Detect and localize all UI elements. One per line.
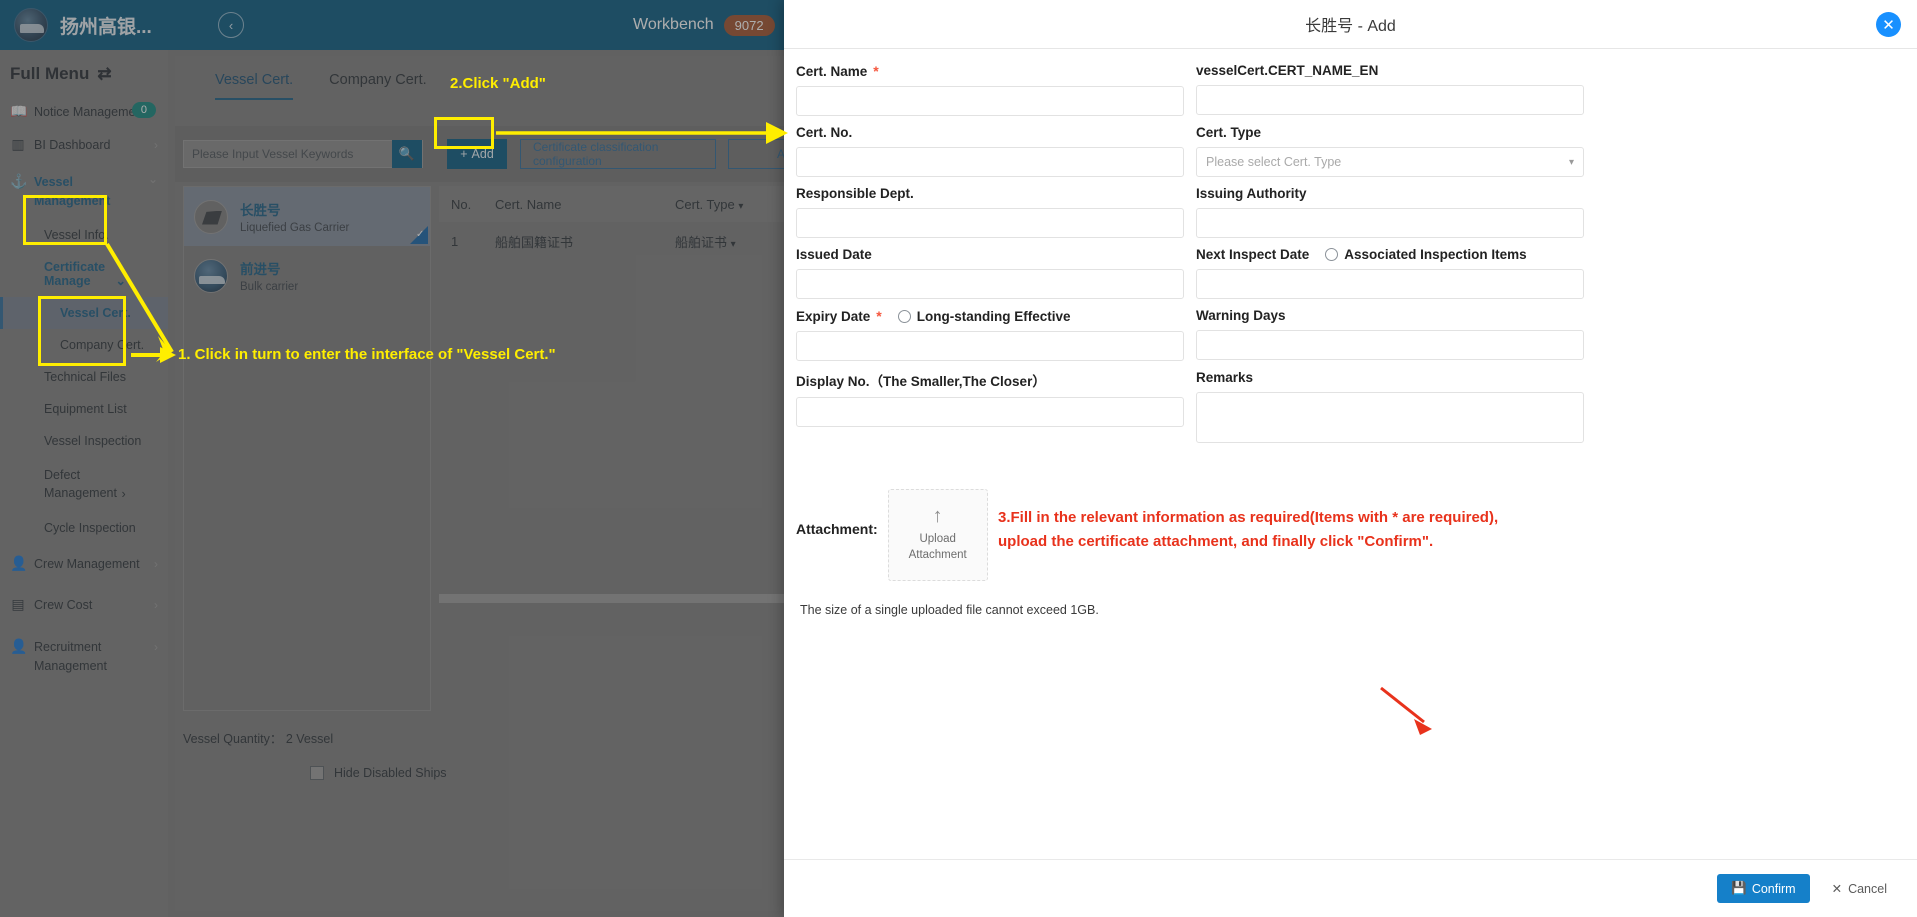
- field-issued-date: Issued Date: [796, 247, 1184, 299]
- label-next-inspect-date: Next Inspect Date Associated Inspection …: [1196, 247, 1527, 262]
- upload-attachment-button[interactable]: ↑ Upload Attachment: [887, 489, 988, 581]
- field-cert-name: Cert. Name *: [796, 63, 1184, 116]
- cert-type-placeholder: Please select Cert. Type: [1206, 155, 1342, 169]
- label-long-standing-effective: Long-standing Effective: [916, 308, 1071, 324]
- label-cert-type: Cert. Type: [1196, 125, 1262, 140]
- close-circle-icon[interactable]: ✕: [1876, 12, 1901, 37]
- field-warning-days: Warning Days: [1196, 308, 1584, 361]
- cert-type-select[interactable]: Please select Cert. Type ▾: [1196, 147, 1584, 177]
- associated-inspection-items-radio[interactable]: [1325, 248, 1339, 261]
- remarks-textarea[interactable]: [1196, 392, 1584, 443]
- chevron-down-icon: ▾: [1568, 157, 1574, 168]
- modal-title: 长胜号 - Add: [1305, 18, 1396, 35]
- confirm-button[interactable]: 💾 Confirm: [1717, 874, 1810, 903]
- required-asterisk: *: [876, 308, 882, 324]
- cert-no-input[interactable]: [796, 147, 1184, 177]
- field-responsible-dept: Responsible Dept.: [796, 186, 1184, 238]
- label-cert-no: Cert. No.: [796, 125, 853, 140]
- field-issuing-authority: Issuing Authority: [1196, 186, 1584, 238]
- label-associated-inspection-items: Associated Inspection Items: [1344, 247, 1527, 262]
- modal-body: Cert. Name * vesselCert.CERT_NAME_EN Cer…: [784, 49, 1917, 859]
- field-remarks: Remarks: [1196, 370, 1584, 448]
- close-icon: ✕: [1831, 882, 1843, 896]
- field-next-inspect-date: Next Inspect Date Associated Inspection …: [1196, 247, 1584, 299]
- cancel-button-label: Cancel: [1848, 881, 1887, 896]
- label-cert-name: Cert. Name *: [796, 63, 879, 79]
- field-cert-no: Cert. No.: [796, 125, 1184, 177]
- field-cert-name-en: vesselCert.CERT_NAME_EN: [1196, 63, 1584, 116]
- label-attachment: Attachment:: [796, 521, 878, 537]
- field-cert-type: Cert. Type Please select Cert. Type ▾: [1196, 125, 1584, 177]
- issued-date-input[interactable]: [796, 269, 1184, 299]
- upload-arrow-icon: ↑: [932, 505, 943, 528]
- save-icon: 💾: [1731, 881, 1747, 895]
- upload-text-line1: Upload: [919, 533, 956, 546]
- cert-name-en-input[interactable]: [1196, 85, 1584, 115]
- label-cert-name-en: vesselCert.CERT_NAME_EN: [1196, 63, 1379, 78]
- required-asterisk: *: [873, 63, 879, 79]
- label-issued-date: Issued Date: [796, 247, 872, 262]
- responsible-dept-input[interactable]: [796, 208, 1184, 238]
- issuing-authority-input[interactable]: [1196, 208, 1584, 238]
- label-issuing-authority: Issuing Authority: [1196, 186, 1307, 201]
- label-display-no: Display No.（The Smaller,The Closer）: [796, 374, 1046, 389]
- display-no-input[interactable]: [796, 397, 1184, 427]
- modal-footer: 💾 Confirm ✕ Cancel: [784, 859, 1917, 917]
- next-inspect-date-input[interactable]: [1196, 269, 1584, 299]
- file-size-note: The size of a single uploaded file canno…: [800, 603, 1099, 617]
- modal-header: 长胜号 - Add ✕: [784, 0, 1917, 49]
- label-warning-days: Warning Days: [1196, 308, 1286, 323]
- label-expiry-date: Expiry Date * Long-standing Effective: [796, 308, 1071, 324]
- form-grid: Cert. Name * vesselCert.CERT_NAME_EN Cer…: [796, 63, 1887, 457]
- cancel-button[interactable]: ✕ Cancel: [1824, 874, 1895, 903]
- cert-name-input[interactable]: [796, 86, 1184, 116]
- add-certificate-modal: 长胜号 - Add ✕ Cert. Name * vesselCert.CERT…: [784, 0, 1917, 917]
- expiry-date-input[interactable]: [796, 331, 1184, 361]
- field-expiry-date: Expiry Date * Long-standing Effective: [796, 308, 1184, 361]
- label-responsible-dept: Responsible Dept.: [796, 186, 914, 201]
- field-display-no: Display No.（The Smaller,The Closer）: [796, 370, 1184, 448]
- long-standing-effective-radio[interactable]: [897, 309, 911, 323]
- confirm-button-label: Confirm: [1751, 881, 1796, 896]
- upload-text-line2: Attachment: [908, 549, 967, 561]
- label-remarks: Remarks: [1196, 370, 1254, 385]
- attachment-section: Attachment: ↑ Upload Attachment: [796, 489, 1887, 581]
- warning-days-input[interactable]: [1196, 330, 1584, 360]
